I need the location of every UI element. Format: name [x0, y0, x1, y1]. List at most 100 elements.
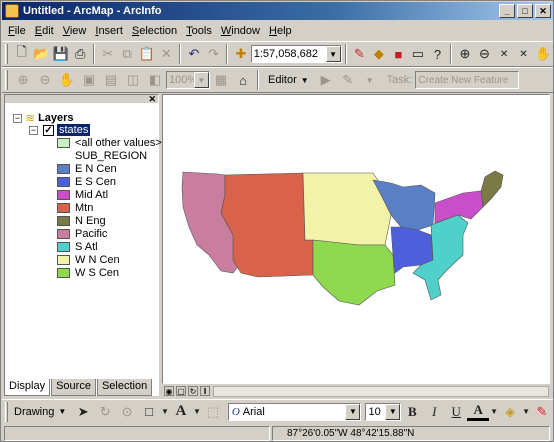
paste-icon[interactable]: 📋 — [137, 43, 157, 65]
layer-visibility-checkbox[interactable]: ✓ — [43, 124, 54, 136]
fixed-zoom-out-icon[interactable]: ✕ — [514, 43, 534, 65]
menu-tools[interactable]: Tools — [186, 25, 212, 37]
underline-icon[interactable]: U — [445, 401, 467, 423]
data-view-icon[interactable]: ◉ — [164, 386, 174, 396]
task-combo[interactable]: Create New Feature — [415, 71, 520, 89]
chevron-down-icon[interactable]: ▼ — [194, 72, 209, 88]
tab-display[interactable]: Display — [4, 379, 51, 396]
toolbar-grip[interactable] — [5, 401, 8, 422]
menu-insert[interactable]: Insert — [95, 25, 123, 37]
font-color-icon[interactable]: A — [467, 402, 490, 421]
legend-swatch — [57, 203, 70, 213]
cut-icon[interactable]: ✂ — [98, 43, 118, 65]
command-line-icon[interactable]: ▭ — [408, 43, 428, 65]
menu-file[interactable]: File — [8, 25, 26, 37]
collapse-icon[interactable]: − — [13, 113, 22, 123]
zoom-in-icon[interactable]: ⊕ — [455, 43, 475, 65]
chevron-down-icon[interactable]: ▼ — [489, 401, 499, 423]
undo-icon[interactable]: ↶ — [184, 43, 204, 65]
edit-vertices-icon[interactable]: ⬚ — [202, 401, 224, 423]
chevron-down-icon[interactable]: ▼ — [359, 69, 381, 91]
menu-selection[interactable]: Selection — [132, 25, 177, 37]
menu-edit[interactable]: Edit — [35, 25, 54, 37]
tab-selection[interactable]: Selection — [96, 379, 153, 396]
pan-icon[interactable]: ✋ — [533, 43, 553, 65]
rectangle-icon[interactable]: □ — [138, 401, 160, 423]
layout-zoom-in-icon[interactable]: ⊕ — [12, 69, 34, 91]
menu-bar: File Edit View Insert Selection Tools Wi… — [2, 21, 553, 41]
map-scale-combo[interactable]: 1:57,058,682 ▼ — [250, 45, 342, 63]
drawing-toolbar: Drawing ▼ ➤ ↻ ⊙ □ ▼ A ▼ ⬚ O Arial ▼ 10 ▼… — [2, 399, 553, 423]
add-data-icon[interactable]: ✚ — [231, 43, 251, 65]
chevron-down-icon[interactable]: ▼ — [325, 46, 341, 62]
menu-view[interactable]: View — [63, 25, 87, 37]
zoom-to-full-icon[interactable]: ◫ — [122, 69, 144, 91]
chevron-down-icon[interactable]: ▼ — [385, 403, 401, 420]
menu-help[interactable]: Help — [269, 25, 292, 37]
collapse-icon[interactable]: − — [29, 125, 38, 135]
legend-item: E N Cen — [57, 163, 117, 175]
select-elements-icon[interactable]: ➤ — [72, 401, 94, 423]
line-color-icon[interactable]: ✎ — [531, 401, 553, 423]
status-bar: 87°26'0.05"W 48°42'15.88"N — [2, 425, 553, 442]
chevron-down-icon[interactable]: ▼ — [192, 401, 202, 423]
chevron-down-icon[interactable]: ▼ — [345, 403, 361, 420]
zoom-whole-page-icon[interactable]: ▣ — [78, 69, 100, 91]
bold-icon[interactable]: B — [401, 401, 423, 423]
refresh-icon[interactable]: ↻ — [188, 386, 198, 396]
toggle-draft-mode-icon[interactable]: ▦ — [210, 69, 232, 91]
sketch-tool-icon[interactable]: ✎ — [337, 69, 359, 91]
layers-root-label: Layers — [38, 112, 74, 124]
menu-window[interactable]: Window — [221, 25, 260, 37]
region-mtn — [220, 172, 314, 278]
print-icon[interactable]: ⎙ — [70, 43, 90, 65]
edit-tool-icon[interactable]: ▶ — [315, 69, 337, 91]
redo-icon[interactable]: ↷ — [204, 43, 224, 65]
delete-icon[interactable]: ✕ — [157, 43, 177, 65]
states-layer-label[interactable]: states — [57, 124, 91, 136]
fixed-zoom-in-icon[interactable]: ✕ — [494, 43, 514, 65]
maximize-button[interactable]: □ — [517, 4, 533, 18]
new-document-icon[interactable]: 🗋 — [12, 43, 32, 65]
toolbar-grip[interactable] — [5, 70, 8, 90]
zoom-100-icon[interactable]: ▤ — [100, 69, 122, 91]
focus-data-frame-icon[interactable]: ⌂ — [232, 69, 254, 91]
zoom-to-selected-icon[interactable]: ⊙ — [116, 401, 138, 423]
drawing-menu-button[interactable]: Drawing ▼ — [12, 406, 72, 418]
open-folder-icon[interactable]: 📂 — [31, 43, 51, 65]
arcmap-app-icon — [5, 4, 19, 18]
zoom-percent-combo[interactable]: 100% ▼ — [166, 71, 210, 89]
close-button[interactable]: ✕ — [535, 4, 551, 18]
layout-pan-icon[interactable]: ✋ — [56, 69, 78, 91]
toc-states-row[interactable]: − ✓ states — [29, 124, 91, 136]
map-display[interactable] — [162, 94, 550, 384]
save-icon[interactable]: 💾 — [51, 43, 71, 65]
new-text-icon[interactable]: A — [170, 401, 192, 423]
arctoolbox-icon[interactable]: ■ — [389, 43, 409, 65]
font-size-combo[interactable]: 10 ▼ — [365, 402, 402, 421]
layout-zoom-out-icon[interactable]: ⊖ — [34, 69, 56, 91]
fill-color-icon[interactable]: ◈ — [499, 401, 521, 423]
layout-view-icon[interactable]: ▢ — [176, 386, 186, 396]
back-extent-icon[interactable]: ◧ — [144, 69, 166, 91]
tab-source[interactable]: Source — [51, 379, 96, 396]
toolbar-grip[interactable] — [5, 44, 8, 64]
map-horizontal-scrollbar[interactable] — [213, 386, 549, 397]
legend-swatch — [57, 164, 70, 174]
minimize-button[interactable]: _ — [499, 4, 515, 18]
arccatalog-icon[interactable]: ◆ — [369, 43, 389, 65]
zoom-out-icon[interactable]: ⊖ — [475, 43, 495, 65]
font-combo[interactable]: O Arial ▼ — [227, 402, 362, 421]
toc-layers-row[interactable]: − ≋ Layers — [13, 111, 74, 125]
rotate-icon[interactable]: ↻ — [94, 401, 116, 423]
whats-this-icon[interactable]: ? — [428, 43, 448, 65]
close-icon[interactable]: ✕ — [148, 94, 156, 105]
copy-icon[interactable]: ⧉ — [118, 43, 138, 65]
chevron-down-icon[interactable]: ▼ — [521, 401, 531, 423]
chevron-down-icon[interactable]: ▼ — [160, 401, 170, 423]
italic-icon[interactable]: I — [423, 401, 445, 423]
legend-swatch — [57, 190, 70, 200]
editor-menu-button[interactable]: Editor ▼ — [262, 74, 315, 86]
pause-drawing-icon[interactable]: ‖ — [200, 386, 210, 396]
editor-toolbar-icon[interactable]: ✎ — [350, 43, 370, 65]
